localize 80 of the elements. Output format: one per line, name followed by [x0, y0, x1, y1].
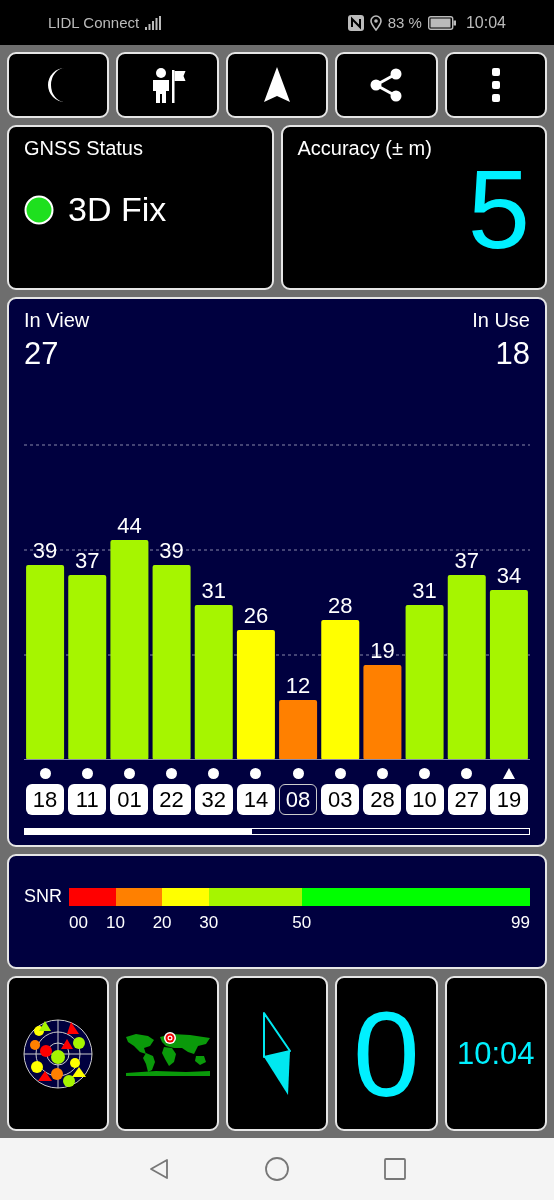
more-button[interactable] — [444, 52, 547, 118]
speed-value: 0 — [353, 993, 420, 1114]
satellite-id: 27 — [447, 784, 486, 815]
snr-value: 12 — [285, 673, 311, 698]
recent-apps-icon[interactable] — [384, 1158, 407, 1180]
status-dot — [24, 194, 54, 225]
satellite-id: 03 — [321, 784, 360, 815]
snr-value: 44 — [117, 513, 142, 538]
satellite-id: 18 — [26, 784, 65, 815]
snr-value: 37 — [75, 548, 100, 573]
in-use-label: In Use — [472, 309, 530, 332]
nfc-icon — [347, 14, 364, 31]
snr-tick: 50 — [292, 913, 312, 933]
card-title: Accuracy (± m) — [297, 137, 433, 160]
dot-marker — [419, 767, 431, 779]
snr-bar — [279, 700, 318, 760]
battery-percent: 83 % — [387, 14, 422, 31]
snr-tick: 00 — [69, 913, 88, 933]
snr-value: 28 — [328, 593, 353, 618]
person-flag-button[interactable] — [116, 52, 219, 118]
accuracy-value: 5 — [467, 154, 530, 266]
snr-value: 31 — [201, 578, 226, 603]
sky-plot-tile[interactable] — [7, 976, 110, 1131]
clock-tile[interactable]: 10:04 — [444, 976, 547, 1131]
carrier-name: LIDL Connect — [48, 14, 140, 31]
snr-tick: 20 — [152, 913, 172, 933]
dot-marker — [208, 767, 220, 779]
dot-marker — [123, 767, 135, 779]
dot-marker — [250, 767, 262, 779]
satellite-id: 08 — [279, 784, 318, 815]
home-icon[interactable] — [265, 1157, 289, 1181]
compass-tile[interactable] — [225, 976, 329, 1131]
snr-value: 31 — [412, 578, 437, 603]
dot-marker — [39, 767, 51, 779]
navigation-button[interactable] — [225, 52, 329, 118]
clock-time: 10:04 — [457, 1035, 535, 1072]
snr-value: 26 — [243, 603, 269, 628]
satellite-id: 10 — [405, 784, 444, 815]
dot-marker — [461, 767, 473, 779]
in-view-label: In View — [24, 309, 90, 332]
snr-value: 39 — [159, 538, 184, 563]
dot-marker — [166, 767, 178, 779]
snr-tick: 30 — [199, 913, 219, 933]
dot-marker — [81, 767, 93, 779]
satellite-id: 11 — [68, 784, 107, 815]
navigation-arrow-icon — [263, 67, 291, 103]
moon-button[interactable] — [7, 52, 110, 118]
dot-marker — [292, 767, 304, 779]
satellite-id: 28 — [363, 784, 402, 815]
satellite-id: 32 — [194, 784, 233, 815]
snr-value: 37 — [454, 548, 479, 573]
value-tile[interactable]: 0 — [335, 976, 438, 1131]
sky-plot-drawing — [23, 1018, 94, 1089]
compass-needle-icon — [261, 1010, 293, 1097]
snr-value: 39 — [32, 538, 58, 563]
dot-marker — [334, 767, 346, 779]
satellite-id: 01 — [110, 784, 149, 815]
share-icon — [369, 68, 404, 102]
satellite-id: 22 — [152, 784, 191, 815]
signal-icon — [145, 15, 162, 30]
satellite-id: 19 — [489, 784, 528, 815]
back-icon[interactable] — [147, 1158, 170, 1180]
clock: 10:04 — [465, 13, 506, 32]
card-title: GNSS Status — [24, 137, 144, 160]
in-use-count: 18 — [495, 336, 530, 372]
location-icon — [369, 14, 382, 31]
more-icon — [491, 68, 500, 102]
satellite-id: 14 — [236, 784, 275, 815]
in-view-count: 27 — [24, 336, 60, 372]
world-map-tile[interactable] — [116, 976, 219, 1131]
snr-tick: 99 — [511, 913, 530, 933]
snr-label: SNR — [24, 886, 61, 907]
share-button[interactable] — [335, 52, 438, 118]
dot-marker — [376, 767, 388, 779]
fix-status: 3D Fix — [68, 190, 167, 229]
snr-tick: 10 — [106, 913, 125, 933]
triangle-marker — [502, 767, 515, 779]
snr-value: 19 — [370, 638, 395, 663]
snr-value: 34 — [496, 563, 522, 588]
battery-icon — [427, 15, 456, 30]
